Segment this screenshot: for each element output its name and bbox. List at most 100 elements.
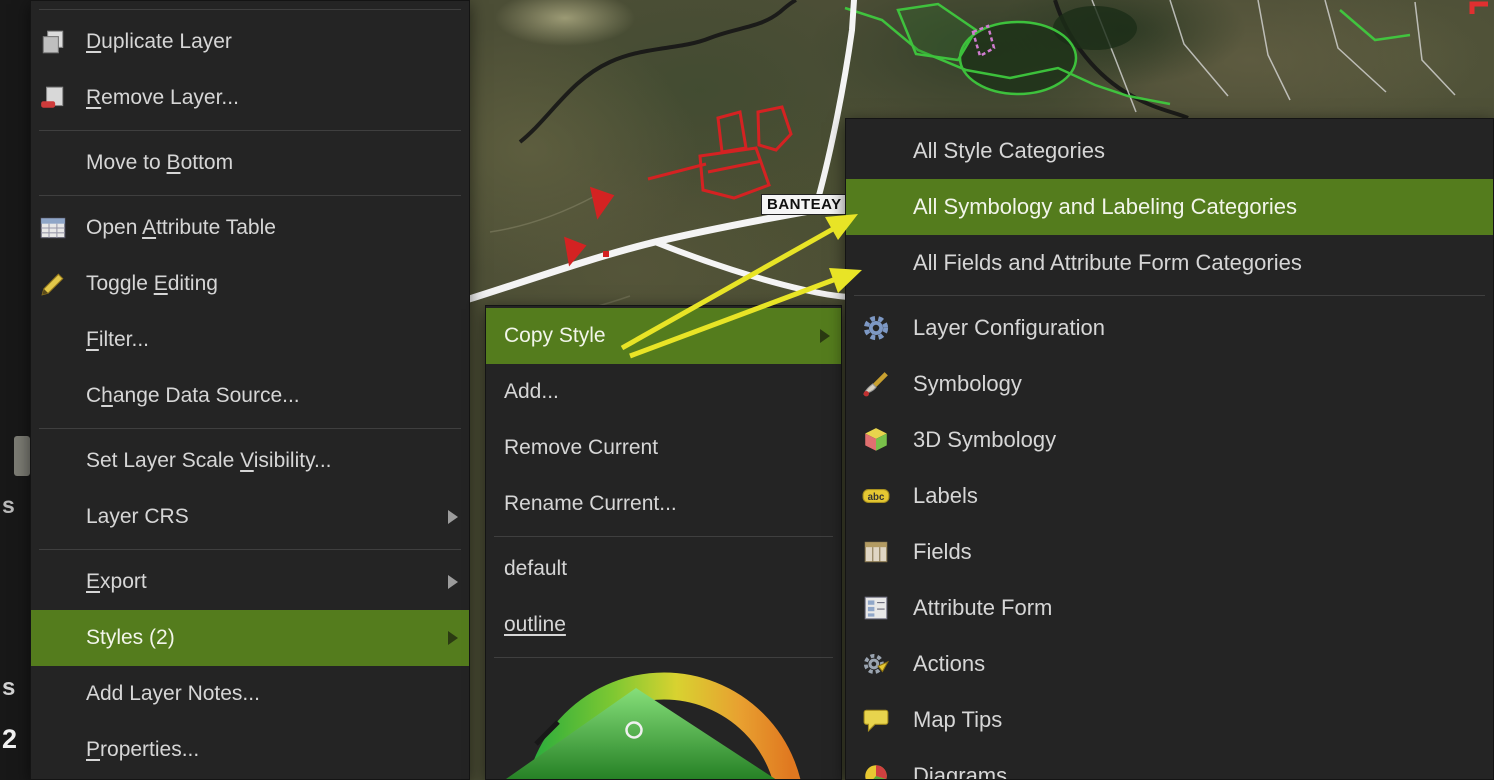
menu-item-label: Add... xyxy=(504,380,559,404)
layer-context-menu: Duplicate Layer Remove Layer... Move to Bo… xyxy=(30,0,470,780)
layers-panel-strip: s s 2 xyxy=(0,0,30,780)
menu-item-all-fields-and-attribute-form-categories[interactable]: All Fields and Attribute Form Categories xyxy=(846,235,1493,291)
icon-spacer xyxy=(39,679,73,709)
menu-item-label: Change Data Source... xyxy=(86,384,300,408)
icon-spacer xyxy=(39,325,73,355)
menu-item-label: Copy Style xyxy=(504,324,606,348)
menu-item-label: Attribute Form xyxy=(913,595,1052,621)
copy-style-submenu: All Style Categories All Symbology and La… xyxy=(845,118,1494,780)
menu-item-label: Fields xyxy=(913,539,972,565)
styles-submenu: Copy Style Add... Remove Current Rename Cur… xyxy=(485,305,842,780)
menu-separator xyxy=(846,291,1493,300)
menu-item-label: All Style Categories xyxy=(913,138,1105,164)
menu-item-all-style-categories[interactable]: All Style Categories xyxy=(846,123,1493,179)
menu-item-labels[interactable]: abc Labels xyxy=(846,468,1493,524)
menu-item-layer-configuration[interactable]: Layer Configuration xyxy=(846,300,1493,356)
submenu-arrow-icon xyxy=(820,329,830,343)
panel-fragment-shape xyxy=(14,436,30,476)
menu-item-fields[interactable]: Fields xyxy=(846,524,1493,580)
speech-bubble-icon xyxy=(862,705,898,735)
menu-item-change-data-source[interactable]: Change Data Source... xyxy=(31,368,469,424)
menu-item-label: Move to Bottom xyxy=(86,151,233,175)
menu-item-label: Toggle Editing xyxy=(86,272,218,296)
panel-text-fragment: s xyxy=(2,492,15,519)
menu-item-attribute-form[interactable]: Attribute Form xyxy=(846,580,1493,636)
pie-chart-icon xyxy=(862,761,898,780)
menu-item-label: outline xyxy=(504,613,566,637)
icon-spacer xyxy=(39,148,73,178)
submenu-arrow-icon xyxy=(448,631,458,645)
panel-text-fragment: 2 xyxy=(2,724,17,755)
menu-separator xyxy=(31,191,469,200)
map-roads xyxy=(470,0,854,300)
menu-item-styles-2[interactable]: Styles (2) xyxy=(31,610,469,666)
menu-item-label: Properties... xyxy=(86,738,199,762)
menu-item-label: Open Attribute Table xyxy=(86,216,276,240)
menu-item-remove-layer[interactable]: Remove Layer... xyxy=(31,70,469,126)
menu-item-open-attribute-table[interactable]: Open Attribute Table xyxy=(31,200,469,256)
menu-separator xyxy=(31,5,469,14)
menu-item-filter[interactable]: Filter... xyxy=(31,312,469,368)
menu-item-label: Diagrams xyxy=(913,763,1007,780)
menu-item-all-symbology-and-labeling-categories[interactable]: All Symbology and Labeling Categories xyxy=(846,179,1493,235)
menu-item-default[interactable]: default xyxy=(486,541,841,597)
menu-item-label: Remove Current xyxy=(504,436,658,460)
icon-spacer xyxy=(862,248,898,278)
map-river-line xyxy=(520,0,796,142)
menu-item-layer-crs[interactable]: Layer CRS xyxy=(31,489,469,545)
remove-layer-icon xyxy=(39,83,73,113)
attribute-form-icon xyxy=(862,593,898,623)
menu-item-properties[interactable]: Properties... xyxy=(31,722,469,778)
cube-3d-icon xyxy=(862,425,898,455)
attribute-table-icon xyxy=(39,213,73,243)
fields-table-icon xyxy=(862,537,898,567)
pencil-icon xyxy=(39,269,73,299)
svg-text:abc: abc xyxy=(868,492,885,503)
menu-item-label: Symbology xyxy=(913,371,1022,397)
menu-item-rename-current[interactable]: Rename Current... xyxy=(486,476,841,532)
panel-text-fragment: s xyxy=(2,674,15,702)
menu-item-move-to-bottom[interactable]: Move to Bottom xyxy=(31,135,469,191)
icon-spacer xyxy=(39,623,73,653)
menu-item-outline[interactable]: outline xyxy=(486,597,841,653)
menu-item-export[interactable]: Export xyxy=(31,554,469,610)
menu-item-label: Styles (2) xyxy=(86,626,175,650)
icon-spacer xyxy=(39,502,73,532)
menu-item-actions[interactable]: Actions xyxy=(846,636,1493,692)
icon-spacer xyxy=(862,192,898,222)
menu-item-set-layer-scale-visibility[interactable]: Set Layer Scale Visibility... xyxy=(31,433,469,489)
menu-item-label: Add Layer Notes... xyxy=(86,682,260,706)
menu-item-add-layer-notes[interactable]: Add Layer Notes... xyxy=(31,666,469,722)
map-extent-corner xyxy=(1472,4,1488,14)
menu-separator xyxy=(31,424,469,433)
menu-item-diagrams[interactable]: Diagrams xyxy=(846,748,1493,780)
menu-item-toggle-editing[interactable]: Toggle Editing xyxy=(31,256,469,312)
menu-item-label: All Symbology and Labeling Categories xyxy=(913,194,1297,220)
menu-item-label: Export xyxy=(86,570,147,594)
icon-spacer xyxy=(39,446,73,476)
menu-item-label: 3D Symbology xyxy=(913,427,1056,453)
menu-item-3d-symbology[interactable]: 3D Symbology xyxy=(846,412,1493,468)
menu-item-label: Remove Layer... xyxy=(86,86,239,110)
menu-item-label: Layer CRS xyxy=(86,505,189,529)
menu-item-label: Actions xyxy=(913,651,985,677)
menu-item-label: Layer Configuration xyxy=(913,315,1105,341)
menu-item-duplicate-layer[interactable]: Duplicate Layer xyxy=(31,14,469,70)
menu-item-map-tips[interactable]: Map Tips xyxy=(846,692,1493,748)
menu-item-symbology[interactable]: Symbology xyxy=(846,356,1493,412)
submenu-arrow-icon xyxy=(448,510,458,524)
menu-item-label: Filter... xyxy=(86,328,149,352)
menu-item-label: default xyxy=(504,557,567,581)
menu-separator xyxy=(31,545,469,554)
color-wheel[interactable] xyxy=(486,662,842,780)
menu-item-label: Map Tips xyxy=(913,707,1002,733)
menu-item-remove-current[interactable]: Remove Current xyxy=(486,420,841,476)
menu-item-label: Duplicate Layer xyxy=(86,30,232,54)
menu-separator xyxy=(486,532,841,541)
menu-item-label: Labels xyxy=(913,483,978,509)
map-place-label: BANTEAY xyxy=(761,194,848,215)
menu-item-add[interactable]: Add... xyxy=(486,364,841,420)
abc-label-icon: abc xyxy=(862,481,898,511)
menu-item-copy-style[interactable]: Copy Style xyxy=(486,308,841,364)
menu-item-label: Rename Current... xyxy=(504,492,677,516)
